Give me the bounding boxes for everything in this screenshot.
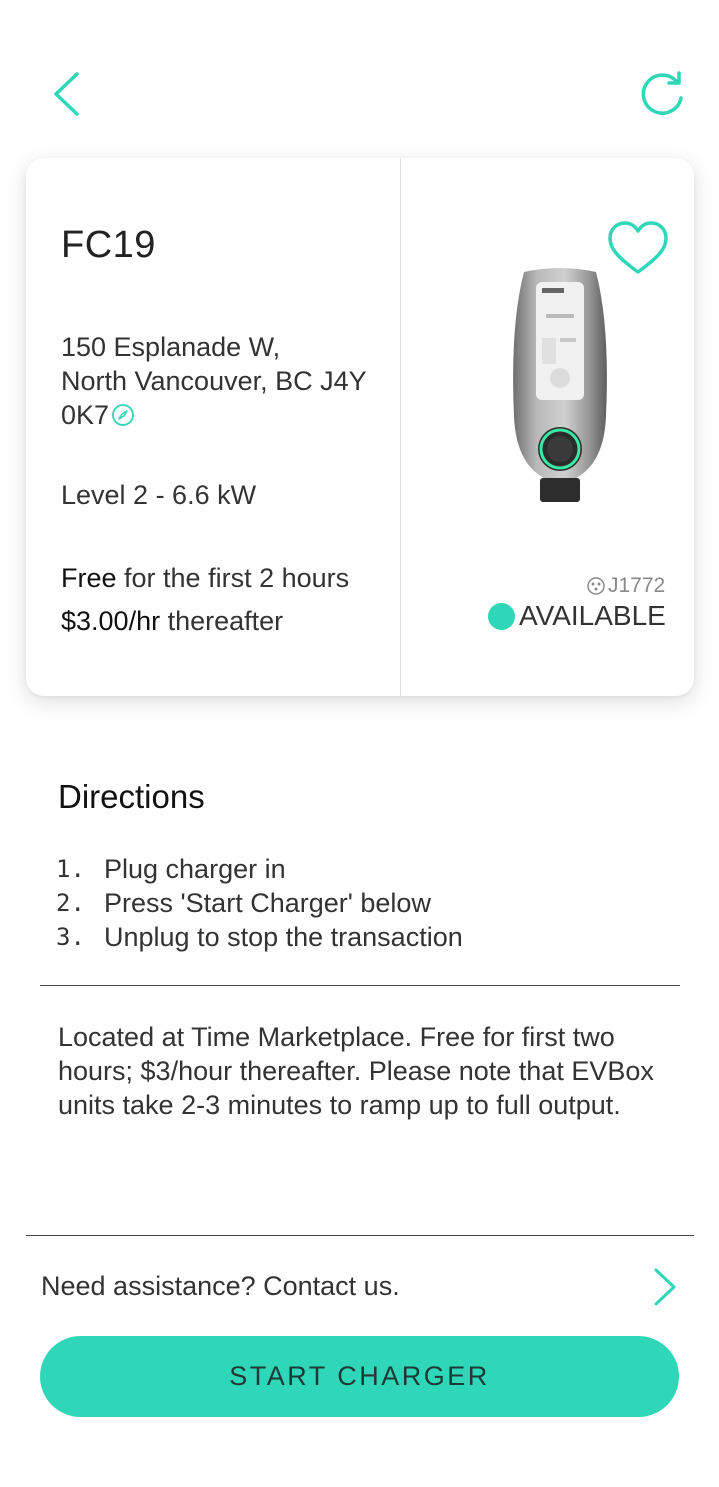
divider (26, 1235, 694, 1236)
directions-list: 1. Plug charger in 2. Press 'Start Charger… (56, 852, 463, 954)
connector-type: J1772 (586, 574, 665, 598)
station-card: FC19 150 Esplanade W, North Vancouver, B… (26, 158, 694, 696)
address-line-2: North Vancouver, BC J4Y (61, 366, 367, 396)
connector-plug-icon (587, 577, 605, 595)
price-free-rest: for the first 2 hours (116, 563, 350, 593)
connector-label: J1772 (608, 574, 666, 597)
price-free-bold: Free (61, 563, 117, 593)
step-text: Unplug to stop the transaction (104, 922, 463, 952)
direction-step: 3. Unplug to stop the transaction (56, 920, 463, 954)
status-label: AVAILABLE (519, 600, 666, 631)
price-rate-bold: $3.00/hr (61, 606, 161, 636)
charger-level: Level 2 - 6.6 kW (61, 480, 257, 510)
charger-detail-screen: FC19 150 Esplanade W, North Vancouver, B… (0, 0, 719, 1487)
start-charger-button[interactable]: START CHARGER (40, 1336, 679, 1417)
status-badge: AVAILABLE (488, 600, 666, 632)
charger-image (513, 268, 607, 502)
heart-outline-icon[interactable] (606, 218, 670, 278)
directions-title: Directions (58, 778, 205, 815)
address-line-3: 0K7 (61, 400, 110, 430)
station-name: FC19 (61, 224, 156, 266)
step-text: Plug charger in (104, 854, 286, 884)
address-line-1: 150 Esplanade W, (61, 332, 281, 362)
divider (40, 985, 680, 986)
price-free-line: Free for the first 2 hours (61, 563, 349, 594)
assistance-label: Need assistance? Contact us. (41, 1271, 400, 1301)
compass-icon[interactable] (111, 403, 135, 427)
price-rate-line: $3.00/hr thereafter (61, 606, 283, 637)
contact-assistance-row[interactable]: Need assistance? Contact us. (0, 1258, 719, 1318)
refresh-button[interactable] (632, 64, 692, 124)
direction-step: 1. Plug charger in (56, 852, 463, 886)
status-dot-icon (488, 602, 515, 630)
station-notes: Located at Time Marketplace. Free for fi… (58, 1022, 654, 1120)
back-button[interactable] (36, 64, 96, 124)
card-divider (400, 158, 401, 696)
step-text: Press 'Start Charger' below (104, 888, 431, 918)
price-rate-rest: thereafter (160, 606, 284, 636)
chevron-right-icon (654, 1268, 676, 1306)
chevron-left-icon (54, 72, 79, 116)
direction-step: 2. Press 'Start Charger' below (56, 886, 463, 920)
step-number: 1. (56, 855, 85, 883)
refresh-icon (641, 71, 683, 115)
address-line-3-wrap: 0K7 (61, 398, 391, 432)
station-address[interactable]: 150 Esplanade W, North Vancouver, BC J4Y… (61, 330, 391, 432)
step-number: 2. (56, 889, 85, 917)
step-number: 3. (56, 923, 85, 951)
